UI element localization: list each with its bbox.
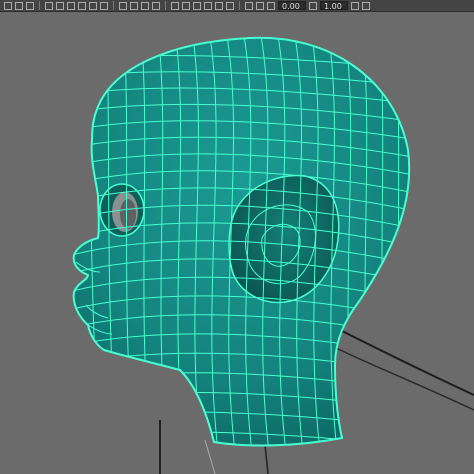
3d-viewport[interactable] xyxy=(0,13,474,474)
rig-curve xyxy=(204,439,216,474)
eyeball-shade xyxy=(120,199,136,229)
maya-app: 0.00 1.00 xyxy=(0,0,474,474)
rig-curve xyxy=(329,344,474,411)
rig-curve xyxy=(339,329,474,396)
wire-edge-ring xyxy=(413,30,423,460)
rig-curve xyxy=(264,444,269,474)
head-model-render xyxy=(72,30,474,474)
wire-edge-ring xyxy=(395,37,407,446)
